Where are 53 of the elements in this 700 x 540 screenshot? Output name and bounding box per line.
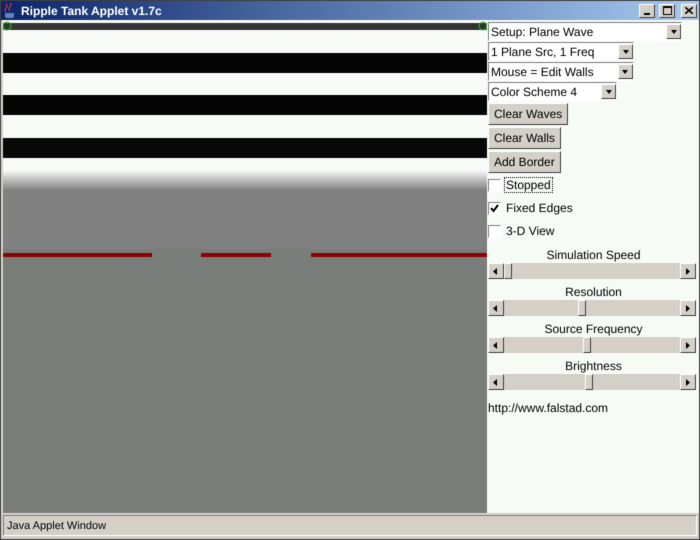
action-button[interactable]: Clear Walls	[488, 127, 561, 150]
left-arrow-icon	[493, 378, 499, 386]
right-arrow-icon	[685, 342, 691, 349]
maximize-button[interactable]	[659, 4, 675, 18]
slider-thumb[interactable]	[578, 300, 586, 316]
slider-thumb[interactable]	[582, 337, 591, 354]
close-icon	[685, 7, 693, 14]
caret-icon	[670, 28, 676, 36]
left-arrow-icon	[493, 342, 499, 349]
checkbox[interactable]	[488, 224, 501, 238]
slider-thumb[interactable]	[504, 263, 512, 280]
minimize-icon	[644, 12, 650, 15]
slider-label: Source Frequency	[543, 322, 644, 336]
dropdown[interactable]: Color Scheme 4	[488, 82, 618, 102]
scroll-right-button[interactable]	[680, 263, 696, 280]
checkmark-icon	[490, 204, 499, 213]
checkbox-label[interactable]: Stopped	[505, 178, 552, 192]
maximize-icon	[662, 6, 672, 16]
left-arrow-icon	[493, 268, 499, 275]
caret-icon	[606, 88, 612, 96]
action-button[interactable]: Clear Waves	[488, 103, 568, 126]
scroll-right-button[interactable]	[680, 300, 696, 316]
dropdown[interactable]: 1 Plane Src, 1 Freq	[488, 42, 634, 62]
slider-label: Resolution	[564, 285, 623, 300]
caret-icon	[622, 48, 629, 56]
dropdown[interactable]: Setup: Plane Wave	[488, 22, 682, 42]
scroll-right-button[interactable]	[680, 374, 696, 390]
checkbox-label[interactable]: 3-D View	[505, 224, 556, 238]
action-button[interactable]: Add Border	[488, 151, 561, 174]
dropdown[interactable]: Mouse = Edit Walls	[488, 62, 634, 82]
status-text: Java Applet Window	[7, 520, 106, 532]
slider-label: Brightness	[564, 359, 623, 374]
slider-label: Simulation Speed	[545, 248, 642, 262]
scroll-left-button[interactable]	[488, 263, 504, 280]
website-url: http://www.falstad.com	[488, 401, 608, 416]
checkbox[interactable]	[488, 202, 501, 215]
coffee-cup-icon	[3, 2, 17, 19]
slider-thumb[interactable]	[584, 374, 593, 390]
checkbox-label[interactable]: Fixed Edges	[505, 201, 574, 216]
right-arrow-icon	[685, 378, 691, 386]
ripple-tank-drawing[interactable]	[3, 20, 487, 514]
left-arrow-icon	[493, 304, 499, 312]
scroll-left-button[interactable]	[488, 374, 504, 390]
close-button[interactable]	[681, 4, 697, 18]
right-arrow-icon	[685, 304, 691, 312]
caret-icon	[622, 68, 628, 76]
scroll-left-button[interactable]	[488, 337, 504, 354]
minimize-button[interactable]	[639, 4, 655, 18]
checkbox[interactable]	[488, 178, 501, 192]
window-title: Ripple Tank Applet v1.7c	[21, 4, 163, 18]
right-arrow-icon	[685, 268, 691, 275]
scroll-left-button[interactable]	[488, 300, 504, 316]
scroll-right-button[interactable]	[680, 337, 696, 354]
